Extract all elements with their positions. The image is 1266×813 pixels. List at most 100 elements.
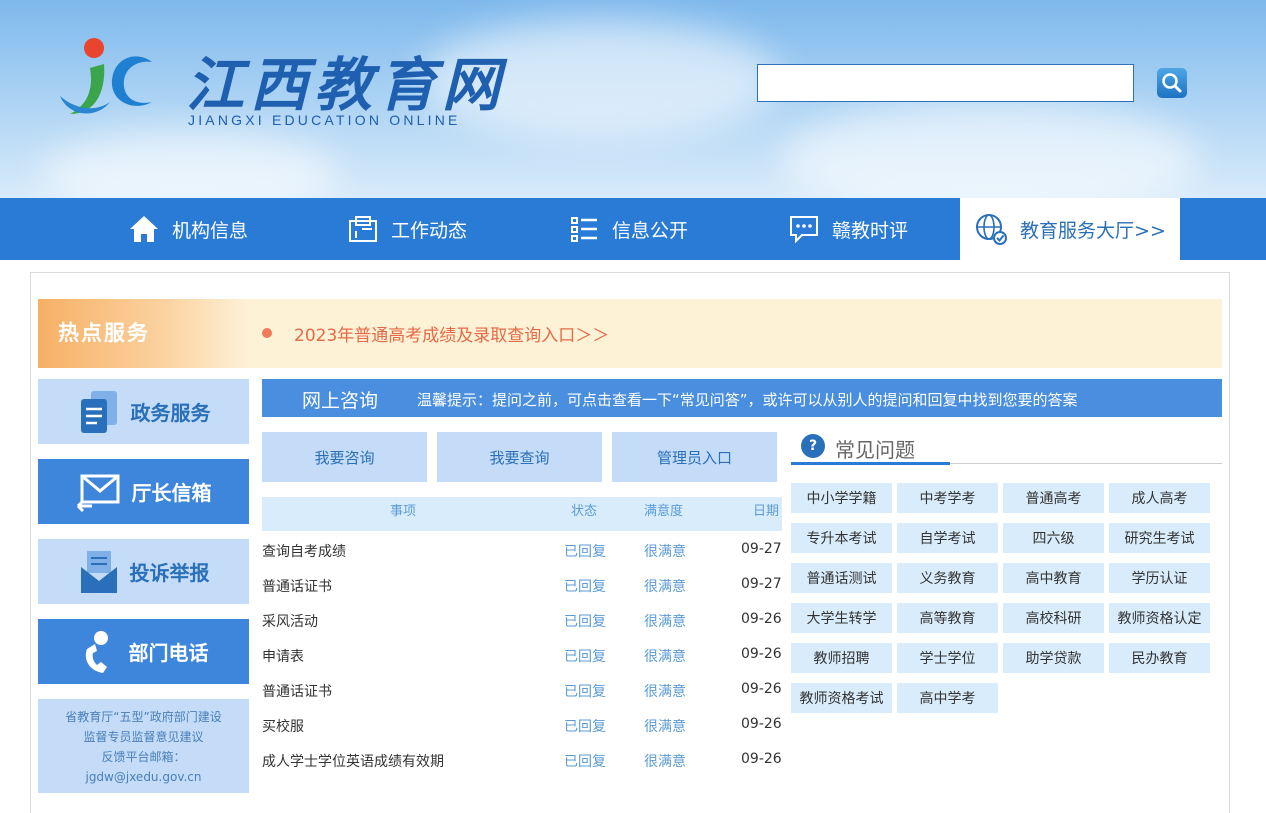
consult-header-bar: 网上咨询 温馨提示：提问之前，可点击查看一下“常见问答”，或许可以从别人的提问和… — [262, 379, 1222, 417]
consult-row-date: 09-26 — [741, 646, 782, 662]
consult-row[interactable]: 成人学士学位英语成绩有效期 已回复 很满意 09-26 — [262, 742, 782, 777]
supervision-note: 省教育厅“五型”政府部门建设 监督专员监督意见建议 反馈平台邮箱： jgdw@j… — [38, 699, 249, 793]
consult-row-title: 申请表 — [262, 649, 304, 665]
consult-row-title: 普通话证书 — [262, 684, 332, 700]
nav-item-commentary[interactable]: 赣教时评 — [788, 198, 908, 260]
consult-row[interactable]: 查询自考成绩 已回复 很满意 09-27 — [262, 532, 782, 567]
faq-tag[interactable]: 助学贷款 — [1003, 643, 1104, 673]
consult-row-status: 已回复 — [564, 684, 606, 700]
dept-phone-button[interactable]: 部门电话 — [38, 619, 249, 684]
consult-row-satisfaction: 很满意 — [644, 614, 686, 630]
note-line: 省教育厅“五型”政府部门建设 — [65, 710, 222, 724]
faq-header: ? 常见问题 — [791, 432, 1222, 465]
consult-row-satisfaction: 很满意 — [644, 579, 686, 595]
consult-row[interactable]: 采风活动 已回复 很满意 09-26 — [262, 602, 782, 637]
ask-question-button[interactable]: 我要咨询 — [262, 432, 427, 482]
nav-item-info-disclosure[interactable]: 信息公开 — [570, 198, 688, 260]
faq-tag[interactable]: 民办教育 — [1109, 643, 1210, 673]
globe-icon — [976, 214, 1007, 245]
column-header-item: 事项 — [390, 504, 417, 519]
faq-tag[interactable]: 教师资格考试 — [791, 683, 892, 713]
faq-tag[interactable]: 中考学考 — [897, 483, 998, 513]
consult-row-satisfaction: 很满意 — [644, 754, 686, 770]
consult-row-title: 采风活动 — [262, 614, 318, 630]
consult-title: 网上咨询 — [302, 390, 379, 412]
nav-item-service-hall[interactable]: 教育服务大厅>> — [960, 198, 1180, 260]
dept-phone-label: 部门电话 — [128, 641, 209, 665]
logo-icon — [60, 38, 152, 114]
complaint-report-label: 投诉举报 — [129, 561, 210, 585]
faq-tag[interactable]: 大学生转学 — [791, 603, 892, 633]
bullet-icon — [262, 328, 272, 338]
gov-service-button[interactable]: 政务服务 — [38, 379, 249, 444]
site-header: 江西教育网 JIANGXI EDUCATION ONLINE — [0, 0, 1266, 198]
faq-tag[interactable]: 研究生考试 — [1109, 523, 1210, 553]
nav-label: 工作动态 — [391, 219, 468, 242]
director-mailbox-label: 厅长信箱 — [131, 481, 212, 505]
consult-row-title: 普通话证书 — [262, 579, 332, 595]
column-header-satisfaction: 满意度 — [644, 504, 684, 519]
faq-tag[interactable]: 义务教育 — [897, 563, 998, 593]
consult-row-status: 已回复 — [564, 544, 606, 560]
hot-service-link[interactable]: 2023年普通高考成绩及录取查询入口＞＞ — [294, 321, 609, 346]
feedback-email-link[interactable]: jgdw@jxedu.gov.cn — [38, 767, 249, 787]
query-button[interactable]: 我要查询 — [437, 432, 602, 482]
nav-label: 赣教时评 — [832, 219, 909, 242]
document-icon — [80, 390, 117, 433]
faq-tag[interactable]: 普通高考 — [1003, 483, 1104, 513]
consult-row-status: 已回复 — [564, 649, 606, 665]
director-mailbox-button[interactable]: 厅长信箱 — [38, 459, 249, 524]
consult-row-status: 已回复 — [564, 579, 606, 595]
news-icon — [349, 216, 377, 242]
question-icon: ? — [801, 434, 825, 458]
nav-label: 信息公开 — [612, 219, 689, 242]
consult-row[interactable]: 普通话证书 已回复 很满意 09-26 — [262, 672, 782, 707]
hot-service-label: 热点服务 — [38, 299, 248, 368]
faq-tag[interactable]: 高中教育 — [1003, 563, 1104, 593]
faq-tag[interactable]: 高中学考 — [897, 683, 998, 713]
faq-tag[interactable]: 中小学学籍 — [791, 483, 892, 513]
mail-icon — [76, 474, 119, 512]
hot-service-banner: 热点服务 2023年普通高考成绩及录取查询入口＞＞ — [38, 299, 1222, 368]
site-title[interactable]: 江西教育网 — [186, 38, 506, 122]
note-line: 反馈平台邮箱： — [101, 750, 186, 764]
nav-item-work-news[interactable]: 工作动态 — [347, 198, 467, 260]
main-nav: 机构信息 工作动态 信息公开 赣教时评 教育服务大厅>> — [0, 198, 1266, 260]
faq-tag[interactable]: 学士学位 — [897, 643, 998, 673]
consult-row-date: 09-26 — [741, 681, 782, 697]
consult-row[interactable]: 普通话证书 已回复 很满意 09-27 — [262, 567, 782, 602]
faq-tag[interactable]: 高等教育 — [897, 603, 998, 633]
cloud-decoration — [40, 130, 340, 198]
consult-row[interactable]: 买校服 已回复 很满意 09-26 — [262, 707, 782, 742]
faq-tag[interactable]: 教师招聘 — [791, 643, 892, 673]
admin-entry-button[interactable]: 管理员入口 — [612, 432, 777, 482]
faq-tag[interactable]: 高校科研 — [1003, 603, 1104, 633]
consult-row-date: 09-27 — [741, 576, 782, 592]
complaint-report-button[interactable]: 投诉举报 — [38, 539, 249, 604]
consult-row-title: 查询自考成绩 — [262, 544, 346, 560]
consult-row-satisfaction: 很满意 — [644, 719, 686, 735]
consult-row[interactable]: 申请表 已回复 很满意 09-26 — [262, 637, 782, 672]
report-icon — [80, 550, 117, 593]
consult-row-satisfaction: 很满意 — [644, 684, 686, 700]
column-header-date: 日期 — [753, 504, 780, 519]
search-icon — [1162, 73, 1182, 93]
nav-label: 机构信息 — [172, 219, 249, 242]
faq-tag[interactable]: 专升本考试 — [791, 523, 892, 553]
consult-row-satisfaction: 很满意 — [644, 544, 686, 560]
faq-tag[interactable]: 自学考试 — [897, 523, 998, 553]
consult-row-date: 09-26 — [741, 716, 782, 732]
search-input[interactable] — [757, 64, 1134, 102]
faq-tag[interactable]: 成人高考 — [1109, 483, 1210, 513]
faq-tag[interactable]: 教师资格认定 — [1109, 603, 1210, 633]
consult-tip: 温馨提示：提问之前，可点击查看一下“常见问答”，或许可以从别人的提问和回复中找到… — [417, 391, 1078, 409]
search-button[interactable] — [1157, 68, 1187, 98]
faq-tag[interactable]: 普通话测试 — [791, 563, 892, 593]
consult-table-header: 事项 状态 满意度 日期 — [262, 497, 782, 531]
column-header-status: 状态 — [571, 504, 598, 519]
faq-tag[interactable]: 四六级 — [1003, 523, 1104, 553]
faq-tag[interactable]: 学历认证 — [1109, 563, 1210, 593]
nav-item-organization[interactable]: 机构信息 — [128, 198, 248, 260]
site-subtitle: JIANGXI EDUCATION ONLINE — [188, 112, 461, 128]
nav-label: 教育服务大厅>> — [1020, 219, 1166, 242]
